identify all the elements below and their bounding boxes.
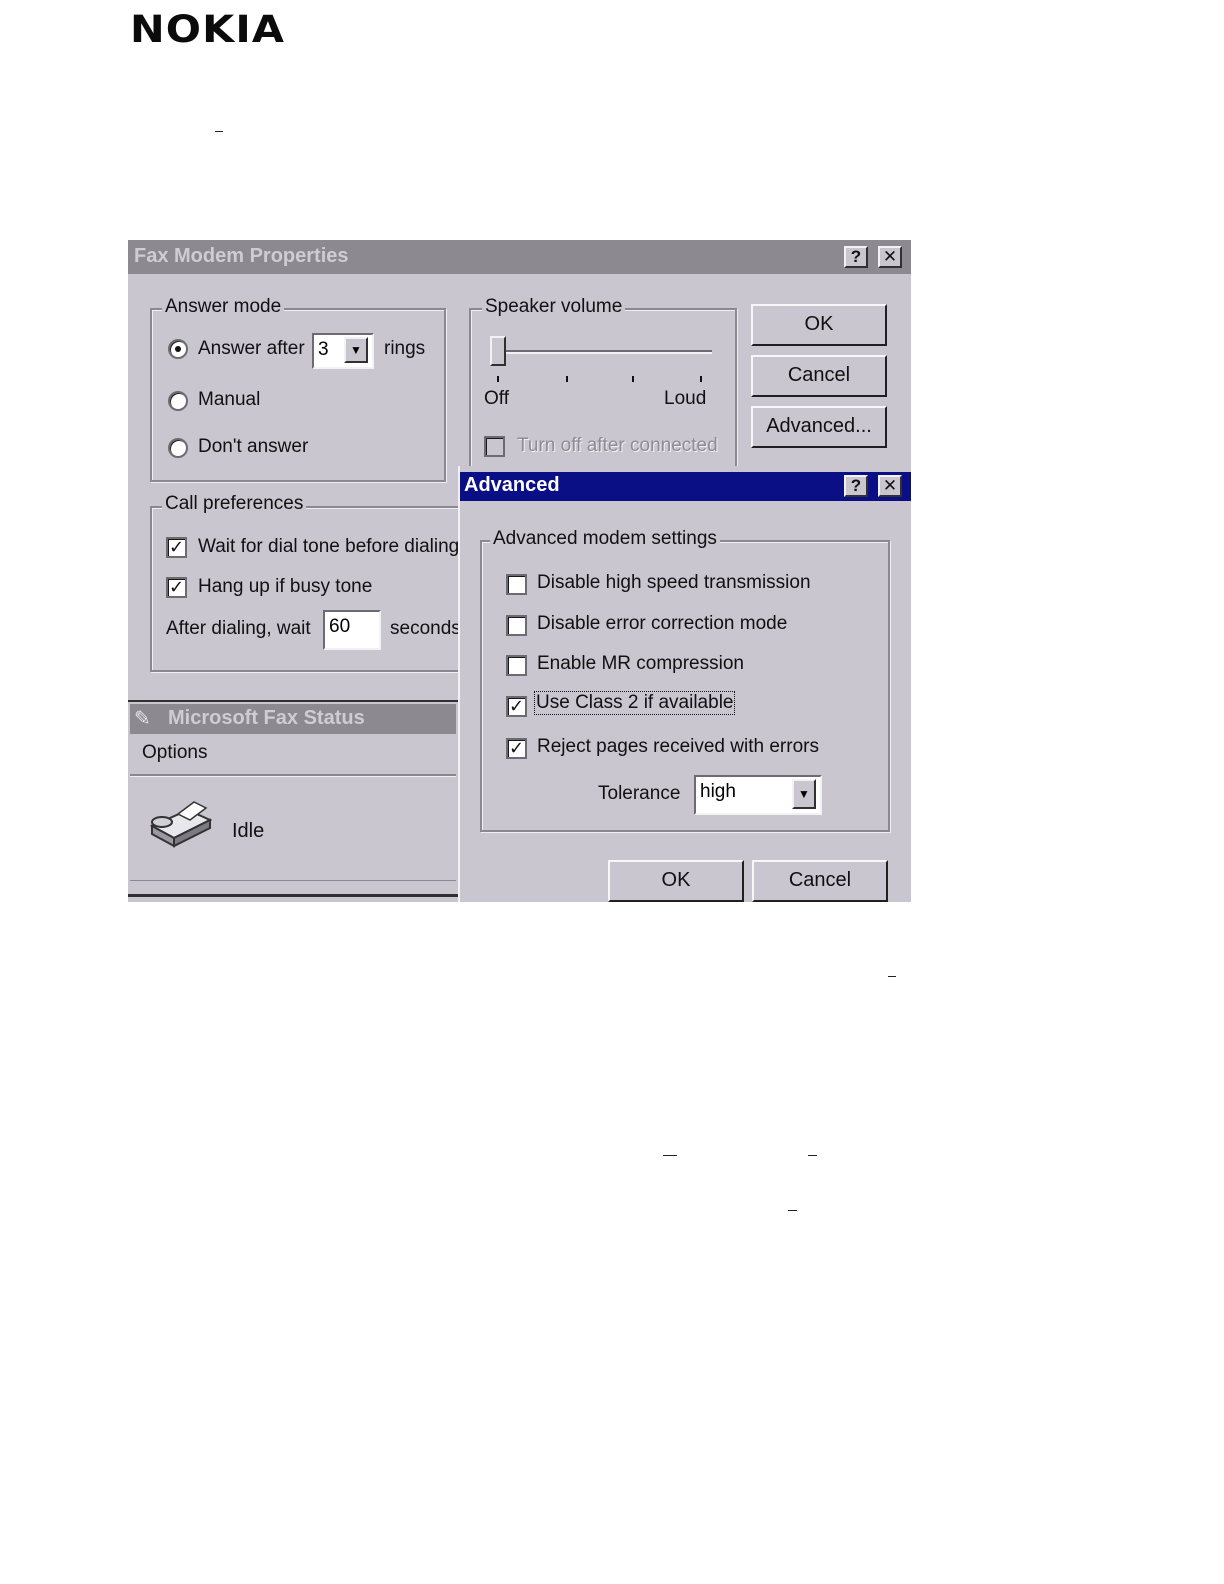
disable-high-speed-checkbox[interactable] [506,574,527,595]
tolerance-label: Tolerance [598,783,681,804]
status-divider [130,880,456,881]
close-button[interactable]: ✕ [878,246,902,268]
underline-mark [215,131,223,132]
dont-answer-label: Don't answer [198,436,309,457]
enable-mr-compression-label: Enable MR compression [537,653,744,674]
screenshot: Fax Modem Properties ? ✕ Answer mode Ans… [128,240,911,902]
advanced-dialog: Advanced ? ✕ Advanced modem settings Dis… [458,466,911,902]
turn-off-checkbox[interactable] [484,436,505,457]
enable-mr-compression-checkbox[interactable] [506,655,527,676]
advanced-close-button[interactable]: ✕ [878,475,902,497]
fax-status-window: ✎ Microsoft Fax Status Options Idle [128,700,458,902]
manual-label: Manual [198,389,261,410]
slider-tick [700,376,702,382]
advanced-button[interactable]: Advanced... [751,406,887,448]
advanced-title: Advanced [464,474,560,496]
help-button[interactable]: ? [844,246,868,268]
call-preferences-legend: Call preferences [162,493,307,515]
volume-loud-label: Loud [664,388,707,409]
turn-off-label: Turn off after connected [517,435,718,456]
tolerance-dropdown-arrow-icon[interactable]: ▼ [792,779,816,809]
slider-tick [566,376,568,382]
ok-button[interactable]: OK [751,304,887,346]
underline-mark [663,1155,677,1156]
manual-radio[interactable] [168,391,188,411]
wait-seconds-input[interactable]: 60 [323,610,381,650]
use-class2-label: Use Class 2 if available [533,691,736,715]
hang-up-checkbox[interactable]: ✓ [166,577,187,598]
reject-pages-label: Reject pages received with errors [537,736,819,757]
underline-mark [888,976,896,977]
seconds-label: seconds [390,618,461,639]
wait-dial-tone-label: Wait for dial tone before dialing [198,536,460,557]
advanced-title-bar: Advanced ? ✕ [460,472,911,501]
speaker-volume-legend: Speaker volume [482,296,626,318]
disable-error-correction-label: Disable error correction mode [537,613,788,634]
slider-tick [497,376,499,382]
volume-off-label: Off [484,388,509,409]
tolerance-value: high [700,781,736,802]
volume-slider-track [490,350,712,354]
fax-status-title-bar: ✎ Microsoft Fax Status [130,704,456,734]
reject-pages-checkbox[interactable]: ✓ [506,738,527,759]
fax-machine-icon [149,801,213,848]
options-menu[interactable]: Options [142,742,207,764]
after-dialing-label: After dialing, wait [166,618,311,639]
fax-status-app-icon: ✎ [134,708,151,730]
status-bottom-border [128,894,458,897]
underline-mark [788,1210,797,1211]
disable-high-speed-label: Disable high speed transmission [537,572,811,593]
rings-dropdown-arrow-icon[interactable]: ▼ [344,337,368,363]
nokia-logo: NOKIA [130,8,286,51]
disable-error-correction-checkbox[interactable] [506,615,527,636]
volume-slider-thumb[interactable] [490,336,506,366]
hang-up-label: Hang up if busy tone [198,576,373,597]
slider-tick [632,376,634,382]
advanced-ok-button[interactable]: OK [608,860,744,902]
advanced-help-button[interactable]: ? [844,475,868,497]
underline-mark [808,1155,817,1156]
dont-answer-radio[interactable] [168,438,188,458]
properties-title-bar: Fax Modem Properties ? ✕ [128,240,911,274]
menu-divider [130,774,456,777]
window-title: Fax Modem Properties [134,245,349,267]
rings-value: 3 [318,339,329,360]
fax-status-title: Microsoft Fax Status [168,707,365,729]
use-class2-checkbox[interactable]: ✓ [506,696,527,717]
advanced-cancel-button[interactable]: Cancel [752,860,888,902]
advanced-settings-legend: Advanced modem settings [490,528,720,550]
answer-after-label: Answer after [198,338,305,359]
answer-mode-legend: Answer mode [162,296,285,318]
status-text: Idle [232,820,265,842]
wait-dial-tone-checkbox[interactable]: ✓ [166,537,187,558]
status-top-border [128,700,458,702]
cancel-button[interactable]: Cancel [751,355,887,397]
radio-selected-dot [175,346,181,352]
answer-after-radio[interactable] [168,339,188,359]
rings-label: rings [384,338,426,359]
